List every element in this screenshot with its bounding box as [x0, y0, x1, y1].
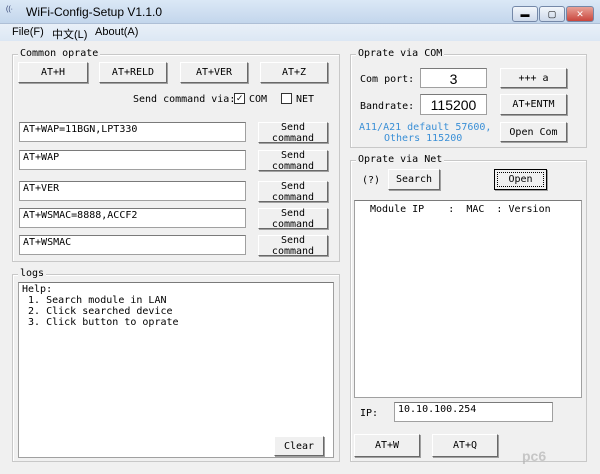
logs-text: Help: 1. Search module in LAN 2. Click s…: [22, 284, 179, 328]
watermark-logo: pc6: [522, 448, 547, 464]
at-q-button[interactable]: AT+Q: [432, 434, 498, 457]
com-port-input[interactable]: 3: [420, 68, 487, 88]
send-command-button[interactable]: Send command: [258, 122, 328, 144]
at-reld-button[interactable]: AT+RELD: [99, 62, 167, 83]
group-label: Oprate via Net: [356, 154, 445, 165]
wifi-app-icon: ((·: [6, 6, 13, 13]
com-checkbox[interactable]: ✓: [234, 93, 245, 104]
ip-label: IP:: [360, 408, 379, 419]
command-input[interactable]: AT+WAP=11BGN,LPT330: [19, 122, 246, 142]
open-com-button[interactable]: Open Com: [500, 122, 567, 142]
minimize-button[interactable]: ▬: [512, 6, 538, 22]
at-entm-button[interactable]: AT+ENTM: [500, 94, 567, 115]
group-label: Common oprate: [18, 48, 101, 59]
at-h-button[interactable]: AT+H: [18, 62, 88, 83]
menu-file[interactable]: File(F): [12, 26, 44, 38]
at-ver-button[interactable]: AT+VER: [180, 62, 248, 83]
baud-hint-2: Others 115200: [384, 133, 463, 144]
command-input[interactable]: AT+WAP: [19, 150, 246, 170]
net-label: NET: [296, 94, 315, 105]
module-list[interactable]: Module IP : MAC : Version: [354, 200, 582, 398]
ip-input[interactable]: 10.10.100.254: [394, 402, 553, 422]
send-command-button[interactable]: Send command: [258, 235, 328, 257]
send-command-button[interactable]: Send command: [258, 150, 328, 172]
send-via-label: Send command via:: [133, 94, 236, 105]
command-input[interactable]: AT+VER: [19, 181, 246, 201]
close-button[interactable]: ✕: [566, 6, 594, 22]
group-label: logs: [18, 268, 47, 279]
menu-chinese[interactable]: 中文(L): [52, 26, 87, 42]
send-command-button[interactable]: Send command: [258, 181, 328, 203]
menu-bar: [0, 24, 600, 41]
com-port-label: Com port:: [360, 74, 415, 85]
net-checkbox[interactable]: [281, 93, 292, 104]
logs-textarea[interactable]: Help: 1. Search module in LAN 2. Click s…: [18, 282, 334, 458]
open-button[interactable]: Open: [494, 169, 547, 190]
maximize-button[interactable]: ▢: [539, 6, 565, 22]
send-command-button[interactable]: Send command: [258, 208, 328, 230]
plus-a-button[interactable]: +++ a: [500, 68, 567, 88]
window-title: WiFi-Config-Setup V1.1.0: [26, 5, 163, 19]
at-z-button[interactable]: AT+Z: [260, 62, 328, 83]
search-button[interactable]: Search: [388, 169, 440, 190]
menu-about[interactable]: About(A): [95, 26, 138, 38]
command-input[interactable]: AT+WSMAC=8888,ACCF2: [19, 208, 246, 228]
group-label: Oprate via COM: [356, 48, 445, 59]
baud-hint-1: A11/A21 default 57600,: [359, 122, 492, 133]
help-label[interactable]: (?): [362, 175, 380, 186]
command-input[interactable]: AT+WSMAC: [19, 235, 246, 255]
baudrate-input[interactable]: 115200: [420, 94, 487, 115]
clear-button[interactable]: Clear: [274, 436, 324, 456]
at-w-button[interactable]: AT+W: [354, 434, 420, 457]
module-list-header: Module IP : MAC : Version: [370, 204, 551, 215]
baudrate-label: Bandrate:: [360, 101, 415, 112]
com-label: COM: [249, 94, 268, 105]
